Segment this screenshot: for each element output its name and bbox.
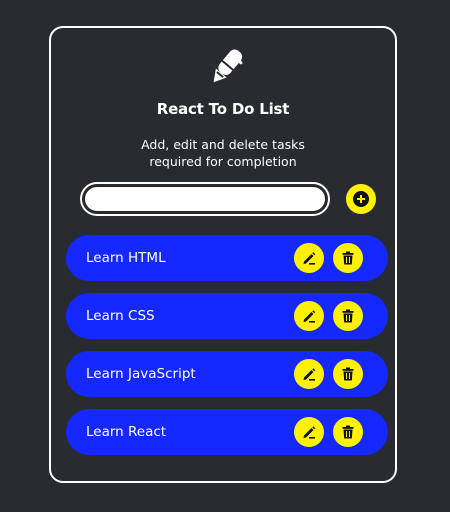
task-input[interactable]	[84, 186, 326, 212]
task-label: Learn JavaScript	[86, 366, 196, 382]
task-label: Learn HTML	[86, 250, 166, 266]
page-title: React To Do List	[156, 100, 290, 118]
task-list: Learn HTML Learn CSS Learn JavaScript Le…	[66, 235, 388, 467]
delete-task-button[interactable]	[333, 417, 363, 447]
edit-task-button[interactable]	[294, 243, 324, 273]
task-input-wrapper	[80, 182, 330, 216]
todo-card: React To Do List Add, edit and delete ta…	[49, 26, 397, 483]
trash-icon	[342, 367, 354, 381]
trash-icon	[342, 251, 354, 265]
plus-circle-icon	[353, 191, 369, 207]
delete-task-button[interactable]	[333, 301, 363, 331]
subtitle-line-1: Add, edit and delete tasks	[141, 137, 305, 152]
edit-task-button[interactable]	[294, 417, 324, 447]
pencil-icon	[303, 310, 316, 323]
subtitle-line-2: required for completion	[149, 154, 297, 169]
pencil-icon	[303, 426, 316, 439]
trash-icon	[342, 309, 354, 323]
edit-task-button[interactable]	[294, 359, 324, 389]
delete-task-button[interactable]	[333, 359, 363, 389]
task-item: Learn React	[66, 409, 388, 455]
pencil-icon	[303, 252, 316, 265]
page-subtitle: Add, edit and delete tasks required for …	[91, 136, 355, 170]
task-item: Learn HTML	[66, 235, 388, 281]
delete-task-button[interactable]	[333, 243, 363, 273]
task-item: Learn JavaScript	[66, 351, 388, 397]
trash-icon	[342, 425, 354, 439]
edit-task-button[interactable]	[294, 301, 324, 331]
task-label: Learn CSS	[86, 308, 155, 324]
pen-icon	[204, 44, 246, 90]
add-task-button[interactable]	[346, 184, 376, 214]
task-label: Learn React	[86, 424, 167, 440]
task-item: Learn CSS	[66, 293, 388, 339]
pencil-icon	[303, 368, 316, 381]
